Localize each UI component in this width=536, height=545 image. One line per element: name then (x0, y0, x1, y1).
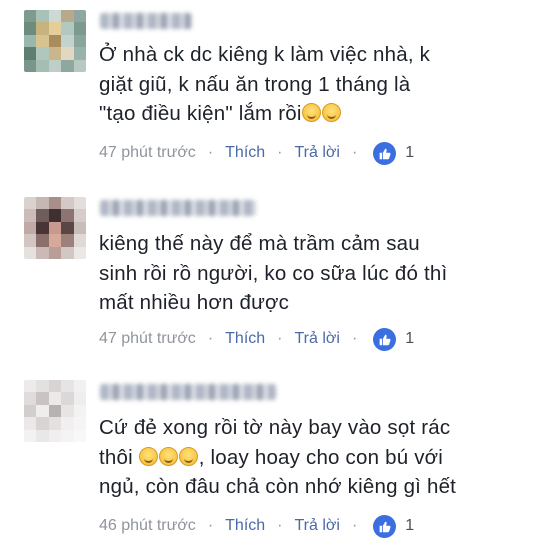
comment-line: sinh rồi rồ người, ko co sữa lúc đó thì (99, 261, 448, 285)
separator: · (351, 517, 358, 534)
author-name[interactable] (100, 13, 192, 29)
separator: · (277, 517, 283, 534)
comment-1: Ở nhà ck dc kiêng k làm việc nhà, k giặt… (0, 0, 536, 175)
grinning-face-icon (178, 446, 198, 466)
comment-line-text: , loay hoay cho con bú với (198, 445, 444, 469)
comment-actions: 46 phút trước · Thích · Trả lời · 1 (99, 512, 414, 540)
comment-actions: 47 phút trước · Thích · Trả lời · 1 (99, 325, 414, 353)
comment-line: mất nhiều hơn được (99, 291, 290, 314)
smiling-face-icon (301, 103, 321, 122)
avatar[interactable] (24, 380, 86, 442)
reply-button[interactable]: Trả lời (294, 330, 339, 348)
comment-line-text: "tạo điều kiện" lắm rồi (99, 102, 302, 125)
like-button[interactable]: Thích (225, 517, 265, 535)
timestamp[interactable]: 47 phút trước (99, 144, 196, 162)
reply-button[interactable]: Trả lời (294, 144, 339, 162)
thumbs-up-icon[interactable] (373, 327, 397, 351)
separator: · (351, 330, 358, 347)
timestamp[interactable]: 47 phút trước (99, 330, 196, 348)
comment-line: "tạo điều kiện" lắm rồi (99, 99, 430, 129)
separator: · (277, 144, 283, 161)
grinning-face-icon (158, 446, 178, 466)
comment-line: ngủ, còn đâu chả còn nhớ kiêng gì hết (99, 475, 457, 498)
comment-text: Cứ đẻ xong rồi tờ này bay vào sọt rác th… (99, 413, 456, 502)
comment-line: giặt giũ, k nấu ăn trong 1 tháng là (99, 72, 411, 96)
like-button[interactable]: Thích (225, 144, 265, 162)
comment-line: thôi , loay hoay cho con bú với (99, 443, 456, 473)
separator: · (207, 330, 214, 347)
thumbs-up-icon[interactable] (373, 514, 397, 538)
avatar[interactable] (24, 197, 86, 259)
separator: · (207, 517, 214, 534)
comment-line: Ở nhà ck dc kiêng k làm việc nhà, k (99, 43, 431, 66)
reply-button[interactable]: Trả lời (294, 517, 339, 535)
reaction-count[interactable]: 1 (405, 144, 414, 162)
comment-3: Cứ đẻ xong rồi tờ này bay vào sọt rác th… (0, 368, 536, 545)
smiling-face-icon (321, 103, 341, 122)
comment-actions: 47 phút trước · Thích · Trả lời · 1 (99, 139, 414, 167)
comment-2: kiêng thế này để mà trầm cảm sau sinh rồ… (0, 180, 536, 365)
separator: · (351, 144, 358, 161)
timestamp[interactable]: 46 phút trước (99, 517, 196, 535)
like-button[interactable]: Thích (225, 330, 265, 348)
author-name[interactable] (100, 384, 276, 400)
comment-line: kiêng thế này để mà trầm cảm sau (99, 232, 420, 255)
comment-text: kiêng thế này để mà trầm cảm sau sinh rồ… (99, 229, 447, 318)
thumbs-up-icon[interactable] (373, 141, 397, 165)
comment-text: Ở nhà ck dc kiêng k làm việc nhà, k giặt… (99, 40, 430, 129)
author-name[interactable] (100, 200, 256, 216)
reaction-count[interactable]: 1 (405, 330, 414, 348)
avatar[interactable] (24, 10, 86, 72)
comment-line: Cứ đẻ xong rồi tờ này bay vào sọt rác (99, 416, 451, 439)
separator: · (207, 144, 214, 161)
separator: · (277, 330, 283, 347)
comment-line-text: thôi (99, 445, 133, 469)
grinning-face-icon (138, 446, 158, 466)
reaction-count[interactable]: 1 (405, 517, 414, 535)
